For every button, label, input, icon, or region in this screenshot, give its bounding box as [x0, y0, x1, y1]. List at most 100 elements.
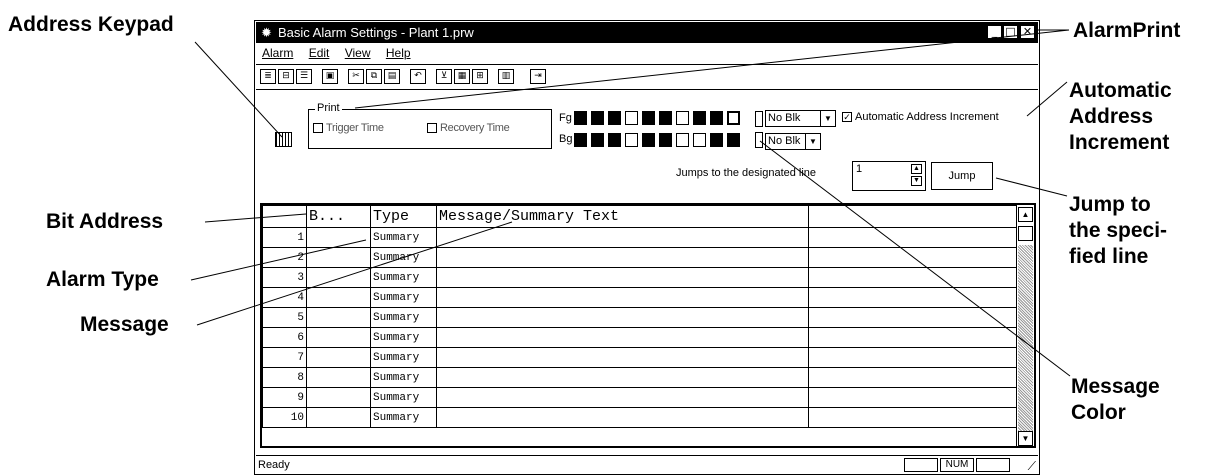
color-swatch[interactable]	[574, 111, 587, 125]
alarm-type-cell[interactable]: Summary	[370, 347, 437, 368]
resize-grip-icon[interactable]: ⟋	[1028, 457, 1036, 476]
bit-address-cell[interactable]	[306, 387, 371, 408]
scroll-up-icon[interactable]: ▲	[1018, 207, 1033, 222]
bit-address-cell[interactable]	[306, 367, 371, 388]
menu-view[interactable]: View	[345, 43, 371, 63]
color-swatch[interactable]	[676, 133, 689, 147]
table-row[interactable]: 1 Summary	[262, 227, 1017, 248]
automatic-address-increment-option[interactable]: ✓ Automatic Address Increment	[842, 111, 999, 123]
spin-down-icon[interactable]: ▼	[911, 176, 922, 186]
exit-icon[interactable]: ⇥	[530, 69, 546, 84]
detail-view-icon[interactable]: ☰	[296, 69, 312, 84]
table-row[interactable]: 9 Summary	[262, 387, 1017, 408]
color-swatch[interactable]	[591, 111, 604, 125]
extra-cell[interactable]	[808, 327, 1017, 348]
scroll-down-icon[interactable]: ▼	[1018, 431, 1033, 446]
minimize-button[interactable]: _	[987, 25, 1002, 39]
fg-more-colors-button[interactable]	[755, 111, 763, 127]
message-cell[interactable]	[436, 247, 809, 268]
message-cell[interactable]	[436, 267, 809, 288]
alarm-type-cell[interactable]: Summary	[370, 287, 437, 308]
extra-cell[interactable]	[808, 387, 1017, 408]
close-button[interactable]: ✕	[1020, 25, 1035, 39]
chevron-down-icon[interactable]: ▼	[820, 111, 835, 126]
alarm-type-cell[interactable]: Summary	[370, 307, 437, 328]
alarm-type-cell[interactable]: Summary	[370, 247, 437, 268]
type-header[interactable]: Type	[370, 205, 437, 228]
menu-alarm[interactable]: Alarm	[262, 43, 293, 63]
message-cell[interactable]	[436, 227, 809, 248]
message-cell[interactable]	[436, 287, 809, 308]
table-row[interactable]: 5 Summary	[262, 307, 1017, 328]
bit-address-cell[interactable]	[306, 227, 371, 248]
spin-up-icon[interactable]: ▲	[911, 164, 922, 174]
table-row[interactable]: 3 Summary	[262, 267, 1017, 288]
bit-address-header[interactable]: B...	[306, 205, 371, 228]
color-swatch[interactable]	[608, 133, 621, 147]
trigger-time-checkbox[interactable]	[313, 123, 323, 134]
table-row[interactable]: 4 Summary	[262, 287, 1017, 308]
color-swatch[interactable]	[591, 133, 604, 147]
bit-address-cell[interactable]	[306, 247, 371, 268]
chevron-down-icon[interactable]: ▼	[805, 134, 820, 149]
table-row[interactable]: 2 Summary	[262, 247, 1017, 268]
menu-help[interactable]: Help	[386, 43, 411, 63]
alarm-type-cell[interactable]: Summary	[370, 327, 437, 348]
jump-button[interactable]: Jump	[931, 162, 993, 190]
color-swatch[interactable]	[693, 111, 706, 125]
alarm-type-cell[interactable]: Summary	[370, 227, 437, 248]
fill-icon[interactable]: ⊞	[472, 69, 488, 84]
address-keypad-icon[interactable]	[275, 132, 292, 147]
title-bar[interactable]: ✹ Basic Alarm Settings - Plant 1.prw _ □…	[256, 22, 1038, 43]
color-swatch[interactable]	[659, 111, 672, 125]
color-swatch[interactable]	[642, 111, 655, 125]
scroll-thumb[interactable]	[1018, 226, 1033, 241]
color-swatch[interactable]	[659, 133, 672, 147]
color-swatch[interactable]	[710, 133, 723, 147]
color-swatch[interactable]	[710, 111, 723, 125]
table-row[interactable]: 8 Summary	[262, 367, 1017, 388]
automatic-address-increment-checkbox[interactable]: ✓	[842, 112, 852, 123]
alarm-type-cell[interactable]: Summary	[370, 367, 437, 388]
settings-icon[interactable]: ▥	[498, 69, 514, 84]
message-header[interactable]: Message/Summary Text	[436, 205, 809, 228]
bg-blink-select[interactable]: No Blk ▼	[765, 133, 821, 150]
message-cell[interactable]	[436, 407, 809, 428]
extra-cell[interactable]	[808, 227, 1017, 248]
color-swatch[interactable]	[574, 133, 587, 147]
table-row[interactable]: 7 Summary	[262, 347, 1017, 368]
color-swatch[interactable]	[625, 133, 638, 147]
message-cell[interactable]	[436, 327, 809, 348]
undo-icon[interactable]: ↶	[410, 69, 426, 84]
list-view-icon[interactable]: ≣	[260, 69, 276, 84]
table-row[interactable]: 10 Summary	[262, 407, 1017, 428]
cut-icon[interactable]: ✂	[348, 69, 364, 84]
extra-cell[interactable]	[808, 307, 1017, 328]
extra-cell[interactable]	[808, 247, 1017, 268]
bit-address-cell[interactable]	[306, 267, 371, 288]
trigger-time-option[interactable]: Trigger Time	[313, 122, 384, 134]
bit-address-cell[interactable]	[306, 407, 371, 428]
alarm-type-cell[interactable]: Summary	[370, 387, 437, 408]
recovery-time-checkbox[interactable]	[427, 123, 437, 134]
paste-icon[interactable]: ▤	[384, 69, 400, 84]
extra-cell[interactable]	[808, 367, 1017, 388]
color-swatch[interactable]	[676, 111, 689, 125]
message-cell[interactable]	[436, 347, 809, 368]
color-swatch[interactable]	[693, 133, 706, 147]
alarm-type-cell[interactable]: Summary	[370, 267, 437, 288]
alarm-type-cell[interactable]: Summary	[370, 407, 437, 428]
message-cell[interactable]	[436, 367, 809, 388]
menu-edit[interactable]: Edit	[309, 43, 330, 63]
recovery-time-option[interactable]: Recovery Time	[427, 122, 510, 134]
color-swatch[interactable]	[727, 133, 740, 147]
message-cell[interactable]	[436, 307, 809, 328]
save-icon[interactable]: ▣	[322, 69, 338, 84]
bg-more-colors-button[interactable]	[755, 132, 763, 148]
bit-address-cell[interactable]	[306, 287, 371, 308]
extra-cell[interactable]	[808, 287, 1017, 308]
bit-address-cell[interactable]	[306, 307, 371, 328]
extra-cell[interactable]	[808, 347, 1017, 368]
color-swatch[interactable]	[625, 111, 638, 125]
jump-line-input[interactable]: 1 ▲ ▼	[852, 161, 926, 191]
